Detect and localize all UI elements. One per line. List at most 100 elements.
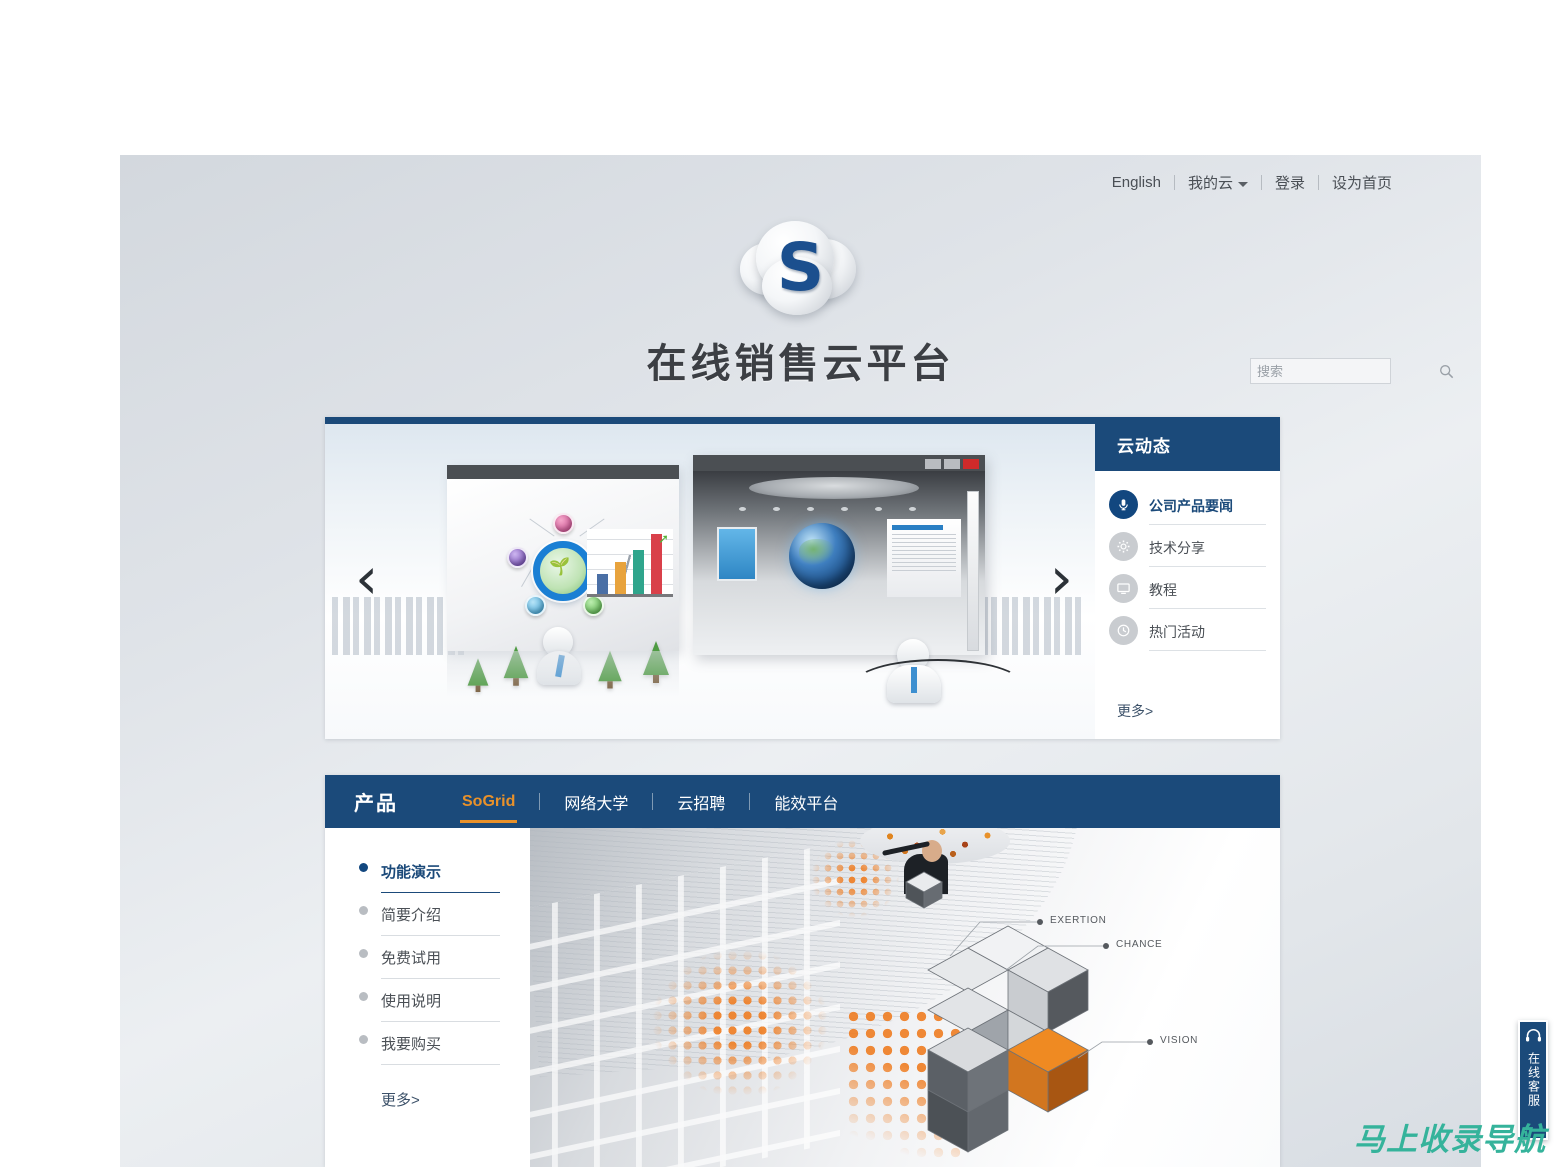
product-side-menu: 功能演示 简要介绍 免费试用 使用说明 我要购买 更多>: [325, 828, 530, 1167]
news-item-company-news[interactable]: 公司产品要闻: [1109, 483, 1266, 525]
tree-decoration: [598, 650, 622, 689]
topnav-label: English: [1111, 174, 1161, 191]
product-menu-label: 简要介绍: [381, 906, 442, 924]
page-container: English 我的云 登录 设为首页 S 在线销售云平台 搜索 🌱 ➚ ‹ ›…: [120, 155, 1481, 1167]
topnav-label: 设为首页: [1331, 175, 1392, 192]
news-list: 公司产品要闻 技术分享 教程 热门活动: [1095, 471, 1280, 701]
tab-sogrid[interactable]: SoGrid: [446, 793, 531, 823]
product-menu-item-instructions[interactable]: 使用说明: [359, 979, 500, 1022]
news-item-hot-events[interactable]: 热门活动: [1109, 609, 1266, 651]
product-menu-item-free-trial[interactable]: 免费试用: [359, 936, 500, 979]
orbit-node: [525, 595, 546, 616]
search-box[interactable]: [1250, 358, 1454, 384]
news-item-label: 教程: [1149, 567, 1266, 609]
product-menu-item-purchase[interactable]: 我要购买: [359, 1022, 500, 1065]
maximize-icon: [944, 459, 960, 469]
figure-tie: [555, 654, 565, 678]
product-menu-label: 免费试用: [381, 949, 442, 967]
news-item-tutorial[interactable]: 教程: [1109, 567, 1266, 609]
chevron-down-icon: [1237, 181, 1248, 187]
figure-body: [537, 651, 581, 685]
cloud-logo-icon: S: [738, 213, 863, 323]
orbit-node: [553, 513, 574, 534]
cube-label-chance: CHANCE: [1116, 939, 1163, 950]
watermark-text: 马上收录导航: [1354, 1122, 1546, 1158]
news-panel-title: 云动态: [1095, 417, 1280, 471]
search-icon[interactable]: [1439, 359, 1454, 383]
minimize-icon: [925, 459, 941, 469]
trend-arrow-icon: ➚: [658, 531, 669, 546]
carousel-prev-button[interactable]: ‹: [355, 549, 378, 607]
topnav-label: 登录: [1274, 175, 1305, 192]
sprout-icon: 🌱: [549, 557, 571, 576]
topnav-item-set-homepage[interactable]: 设为首页: [1319, 172, 1405, 193]
product-more-link[interactable]: 更多>: [381, 1089, 530, 1110]
product-illustration: EXERTION CHANCE VISION: [530, 828, 1280, 1167]
tab-network-university[interactable]: 网络大学: [548, 790, 644, 814]
tree-decoration: [467, 658, 489, 692]
ceiling-light: [749, 477, 919, 499]
scroll-strip: [967, 491, 979, 651]
bullet-icon: [359, 949, 368, 958]
globe-icon: [789, 523, 855, 589]
gear-icon: [1109, 531, 1138, 561]
topnav-item-my-cloud[interactable]: 我的云: [1175, 172, 1261, 193]
halftone-dots: [650, 948, 830, 1098]
news-item-label: 技术分享: [1149, 525, 1266, 567]
window-controls: [925, 457, 979, 471]
logo-letter: S: [776, 229, 825, 306]
news-panel: 云动态 公司产品要闻 技术分享 教程 热门活动 更多>: [1095, 417, 1280, 739]
cube-label-exertion: EXERTION: [1050, 915, 1107, 926]
bullet-icon: [359, 863, 368, 872]
product-section-title: 产品: [354, 793, 398, 815]
document-panel: [887, 519, 961, 597]
monitor-icon: [1109, 573, 1138, 603]
topnav-item-login[interactable]: 登录: [1262, 172, 1318, 193]
banner-row: 🌱 ➚ ‹ › 云动态 公司产品要闻 技术分享 教程 热门活动 更多>: [325, 417, 1280, 739]
orbit-node: [507, 547, 528, 568]
tab-separator: [749, 793, 751, 810]
headset-icon: [1525, 1028, 1542, 1048]
topnav-label: 我的云: [1187, 175, 1233, 192]
cube-stack-illustration: EXERTION CHANCE VISION: [888, 860, 1197, 1160]
close-icon: [963, 459, 979, 469]
product-menu-label: 我要购买: [381, 1035, 442, 1053]
bullet-icon: [359, 1035, 368, 1044]
product-menu-label: 使用说明: [381, 992, 442, 1010]
cube-label-vision: VISION: [1160, 1035, 1199, 1046]
window-room-illustration: [693, 455, 985, 655]
product-menu-label: 功能演示: [381, 863, 442, 881]
tree-decoration: [503, 645, 529, 686]
news-more-link[interactable]: 更多>: [1095, 701, 1280, 739]
product-tab-bar: 产品 SoGrid 网络大学 云招聘 能效平台: [325, 775, 1280, 828]
cable-decoration: [853, 659, 1023, 711]
news-item-label: 公司产品要闻: [1149, 483, 1266, 525]
blue-screen-panel: [717, 527, 757, 581]
bullet-icon: [359, 906, 368, 915]
carousel-next-button[interactable]: ›: [1050, 549, 1073, 607]
document-heading: [892, 525, 944, 530]
product-body: 功能演示 简要介绍 免费试用 使用说明 我要购买 更多> EXERTION CH…: [325, 828, 1280, 1167]
search-input[interactable]: [1251, 363, 1439, 379]
news-item-label: 热门活动: [1149, 609, 1266, 651]
tree-decoration: [643, 641, 669, 683]
tab-efficiency-platform[interactable]: 能效平台: [758, 790, 854, 814]
product-menu-item-intro[interactable]: 简要介绍: [359, 893, 500, 936]
topnav-item-english[interactable]: English: [1099, 174, 1174, 191]
figure-head: [543, 627, 573, 657]
carousel-top-bar: [325, 417, 1095, 424]
orbit-node: [583, 595, 604, 616]
product-section: 产品 SoGrid 网络大学 云招聘 能效平台 功能演示 简要介绍 免费试用 使…: [325, 775, 1280, 1167]
tab-separator: [652, 793, 654, 810]
top-utility-nav: English 我的云 登录 设为首页: [1099, 172, 1405, 193]
online-service-label: 在线客服: [1526, 1052, 1541, 1108]
clock-icon: [1109, 615, 1138, 645]
bullet-icon: [359, 992, 368, 1001]
product-menu-item-demo[interactable]: 功能演示: [359, 850, 500, 893]
hero-carousel[interactable]: 🌱 ➚ ‹ ›: [325, 417, 1095, 739]
bar-chart-illustration: ➚: [587, 529, 673, 597]
tab-cloud-recruitment[interactable]: 云招聘: [661, 790, 741, 814]
microphone-icon: [1109, 489, 1138, 519]
news-item-tech-share[interactable]: 技术分享: [1109, 525, 1266, 567]
cube-illustration: 🌱 ➚: [447, 465, 679, 697]
